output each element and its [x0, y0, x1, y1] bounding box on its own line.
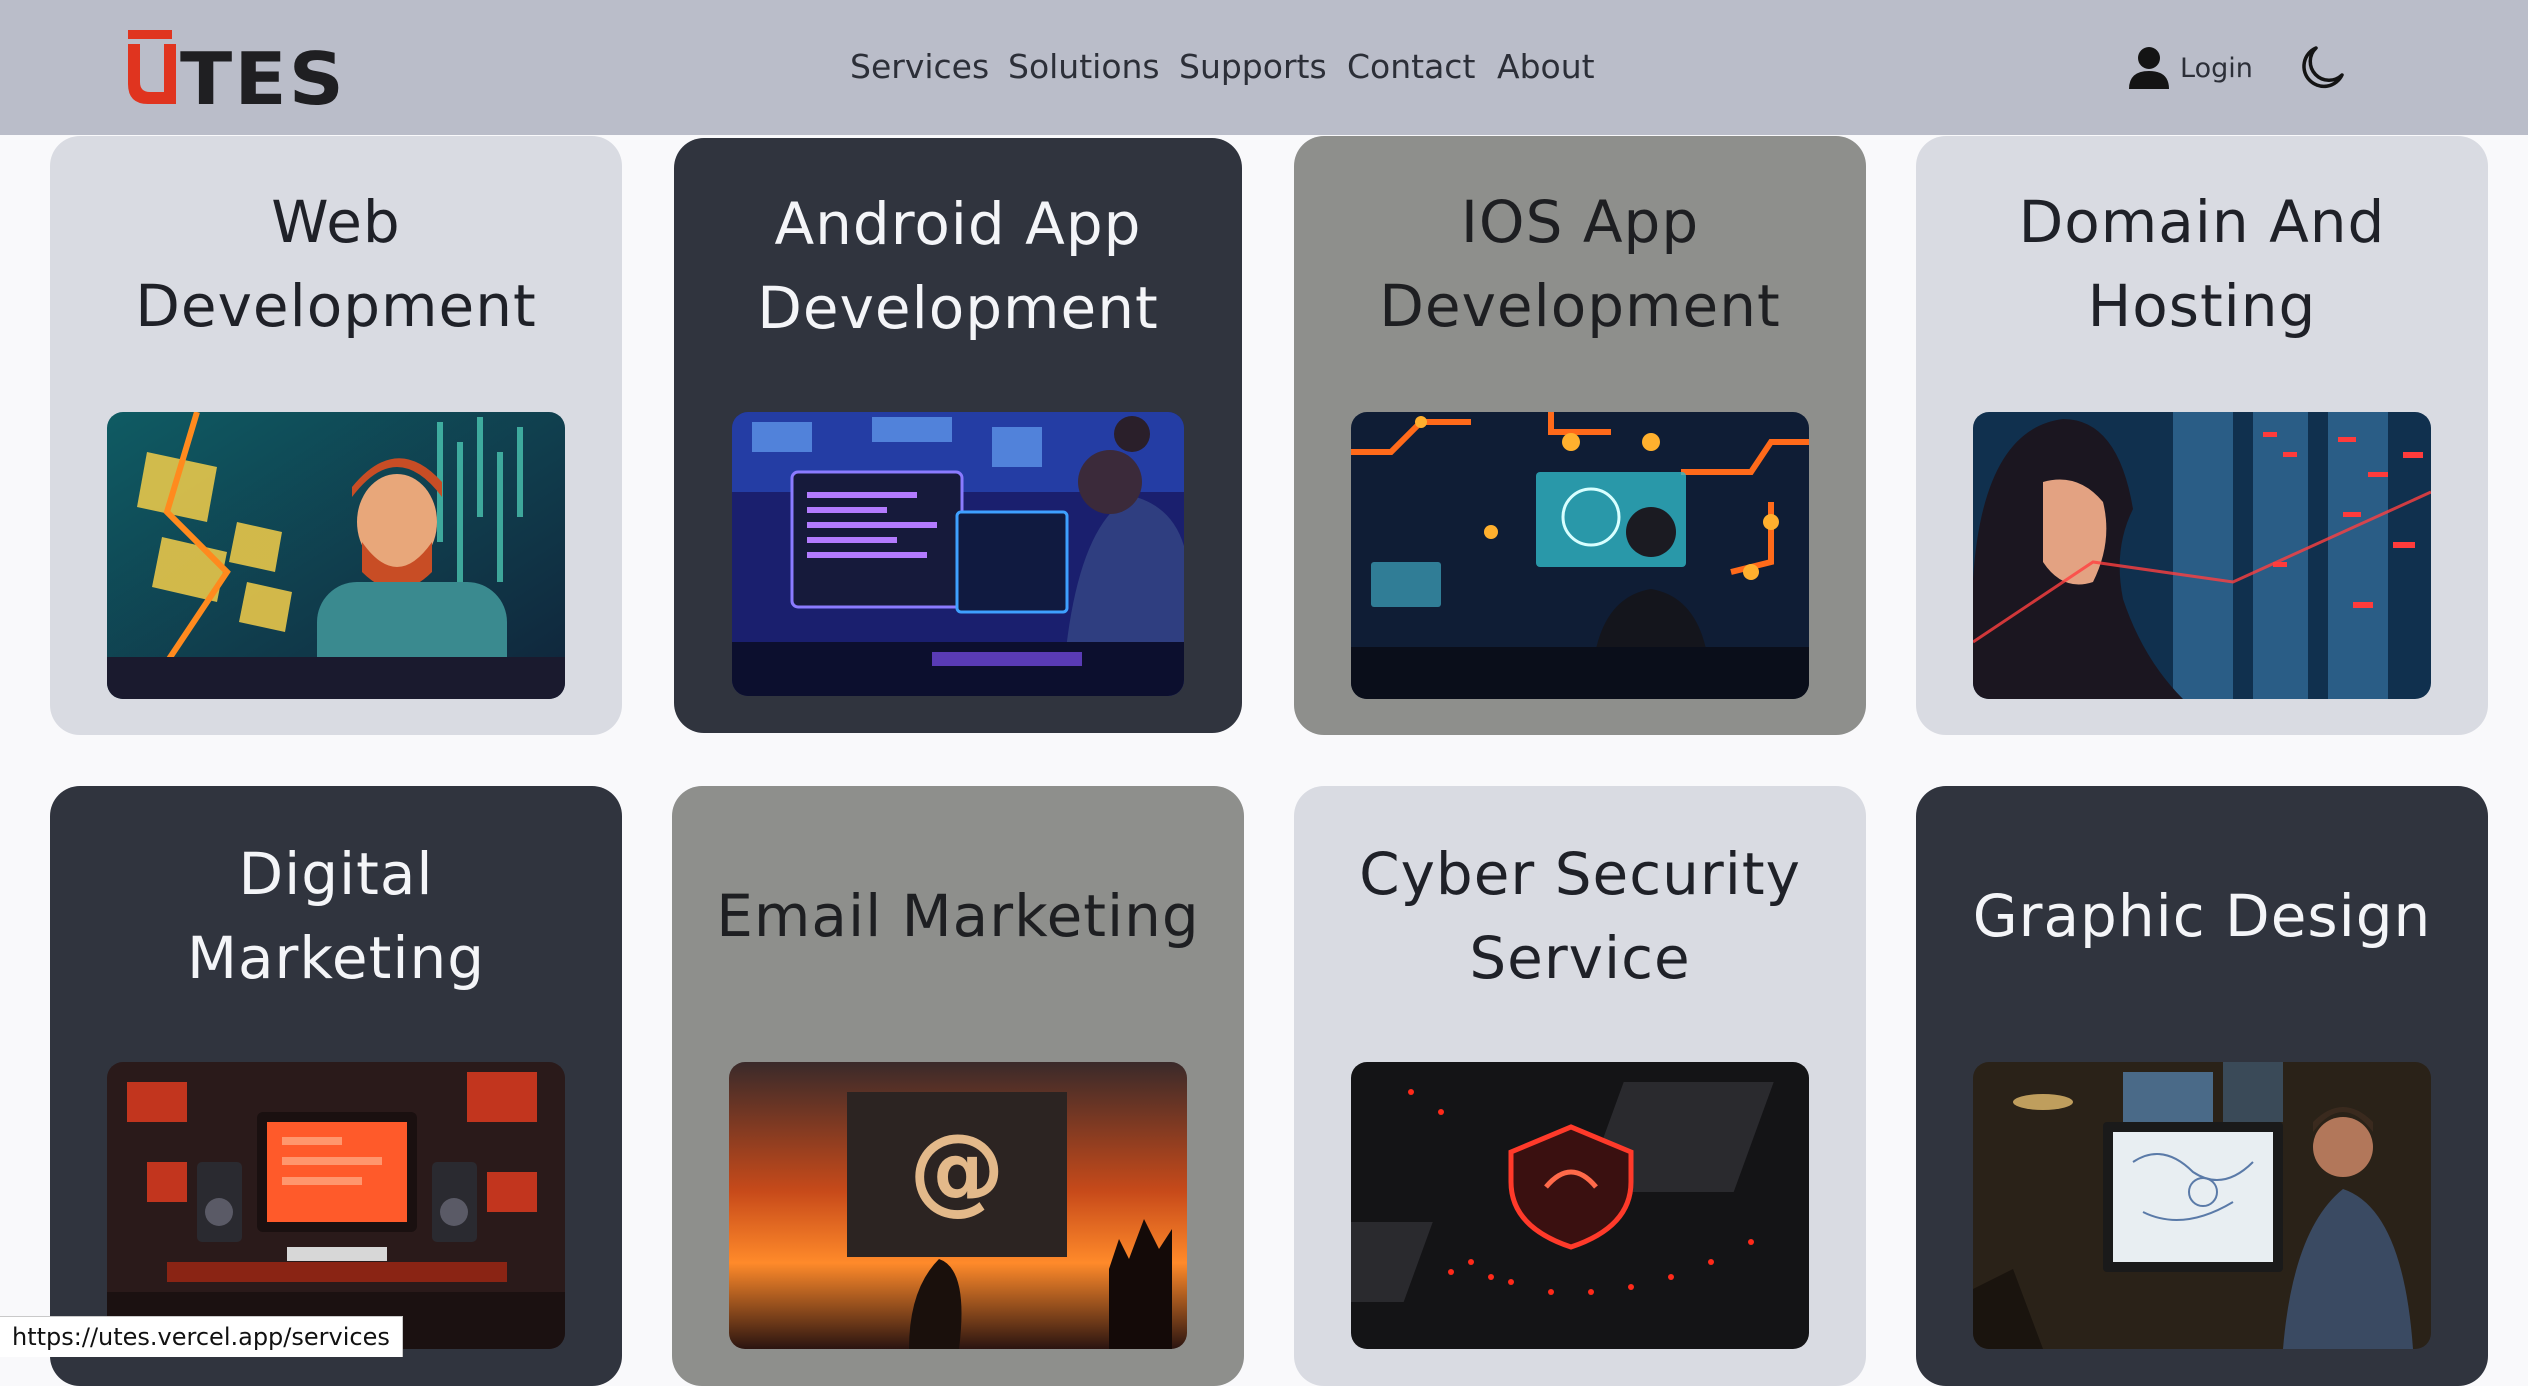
- digital-marketing-illustration: [107, 1062, 565, 1349]
- service-card-cyber-security-service[interactable]: Cyber Security Service: [1294, 786, 1866, 1386]
- login-label: Login: [2180, 52, 2253, 84]
- card-title: Email Marketing: [716, 882, 1200, 950]
- card-title: Cyber Security Service: [1359, 840, 1801, 992]
- service-card-android-app-development[interactable]: Android App Development: [674, 138, 1242, 733]
- top-navigation-bar: TES Services Solutions Supports Contact …: [0, 0, 2528, 135]
- graphic-design-illustration: [1973, 1062, 2431, 1349]
- service-card-graphic-design[interactable]: Graphic Design: [1916, 786, 2488, 1386]
- card-title: Android App Development: [757, 190, 1159, 342]
- svg-text:@: @: [909, 1113, 1005, 1225]
- nav-about-link[interactable]: About: [1497, 47, 1595, 86]
- login-button[interactable]: Login: [2128, 45, 2253, 91]
- service-card-web-development[interactable]: Web Development: [50, 136, 622, 735]
- cyber-security-illustration: [1351, 1062, 1809, 1349]
- email-marketing-illustration: @: [729, 1062, 1187, 1349]
- card-title: Web Development: [135, 188, 537, 340]
- card-title: Digital Marketing: [186, 840, 486, 992]
- web-development-illustration: [107, 412, 565, 699]
- service-card-digital-marketing[interactable]: Digital Marketing: [50, 786, 622, 1386]
- ios-app-illustration: [1351, 412, 1809, 699]
- service-card-ios-app-development[interactable]: IOS App Development: [1294, 136, 1866, 735]
- nav-solutions-link[interactable]: Solutions: [1008, 47, 1160, 86]
- nav-contact-link[interactable]: Contact: [1347, 47, 1475, 86]
- status-bar-url: https://utes.vercel.app/services: [0, 1316, 403, 1357]
- nav-supports-link[interactable]: Supports: [1179, 47, 1327, 86]
- card-title: IOS App Development: [1379, 188, 1781, 340]
- service-card-email-marketing[interactable]: Email Marketing @: [672, 786, 1244, 1386]
- nav-services-link[interactable]: Services: [850, 47, 989, 86]
- domain-hosting-illustration: [1973, 412, 2431, 699]
- user-icon: [2129, 47, 2169, 89]
- card-title: Graphic Design: [1972, 882, 2432, 950]
- card-title: Domain And Hosting: [2018, 188, 2386, 340]
- moon-icon[interactable]: [2296, 42, 2348, 94]
- android-app-illustration: [732, 412, 1184, 696]
- service-card-domain-and-hosting[interactable]: Domain And Hosting: [1916, 136, 2488, 735]
